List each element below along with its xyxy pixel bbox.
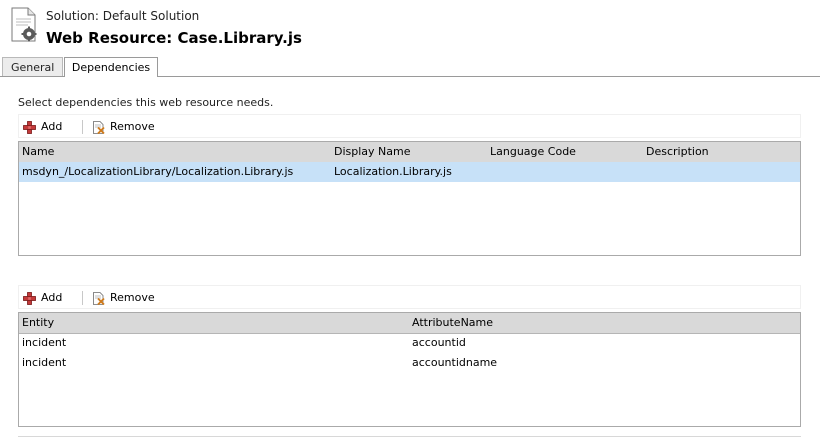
remove-document-icon	[92, 120, 105, 134]
add-label: Add	[41, 291, 63, 304]
dependencies-grid-header: Name Display Name Language Code Descript…	[19, 142, 800, 163]
column-header-language-code[interactable]: Language Code	[490, 142, 576, 162]
column-header-description[interactable]: Description	[646, 142, 709, 162]
plus-icon	[23, 291, 36, 305]
toolbar-separator	[82, 120, 83, 134]
dependencies-toolbar: Add Remove	[18, 114, 801, 138]
solution-label: Solution: Default Solution	[46, 9, 200, 23]
web-resource-document-icon	[10, 7, 38, 43]
cell-entity: incident	[22, 356, 67, 369]
bottom-divider	[18, 436, 801, 437]
toolbar-separator	[82, 291, 83, 305]
dependencies-grid: Name Display Name Language Code Descript…	[18, 141, 801, 256]
tab-dependencies[interactable]: Dependencies	[64, 57, 158, 77]
add-label: Add	[41, 120, 63, 133]
table-row[interactable]: incident accountidname	[19, 353, 800, 373]
remove-dependency-button[interactable]: Remove	[92, 119, 155, 135]
cell-attribute-name: accountid	[412, 336, 466, 349]
plus-icon	[23, 120, 36, 134]
cell-entity: incident	[22, 336, 67, 349]
cell-display-name: Localization.Library.js	[334, 165, 452, 178]
remove-label: Remove	[110, 120, 155, 133]
table-row[interactable]: msdyn_/LocalizationLibrary/Localization.…	[19, 162, 800, 182]
remove-label: Remove	[110, 291, 155, 304]
remove-attribute-button[interactable]: Remove	[92, 290, 155, 306]
add-dependency-button[interactable]: Add	[23, 119, 62, 135]
attributes-grid: Entity AttributeName incident accountid …	[18, 312, 801, 427]
page-title: Web Resource: Case.Library.js	[46, 29, 302, 47]
remove-document-icon	[92, 291, 105, 305]
cell-attribute-name: accountidname	[412, 356, 498, 369]
column-header-name[interactable]: Name	[22, 142, 54, 162]
column-header-entity[interactable]: Entity	[22, 313, 54, 333]
cell-name: msdyn_/LocalizationLibrary/Localization.…	[22, 165, 294, 178]
add-attribute-button[interactable]: Add	[23, 290, 62, 306]
attributes-grid-header: Entity AttributeName	[19, 313, 800, 334]
dependencies-description: Select dependencies this web resource ne…	[18, 96, 274, 109]
column-header-attribute-name[interactable]: AttributeName	[412, 313, 493, 333]
table-row[interactable]: incident accountid	[19, 333, 800, 353]
attributes-toolbar: Add Remove	[18, 285, 801, 309]
column-header-display-name[interactable]: Display Name	[334, 142, 411, 162]
tab-general[interactable]: General	[2, 57, 63, 76]
